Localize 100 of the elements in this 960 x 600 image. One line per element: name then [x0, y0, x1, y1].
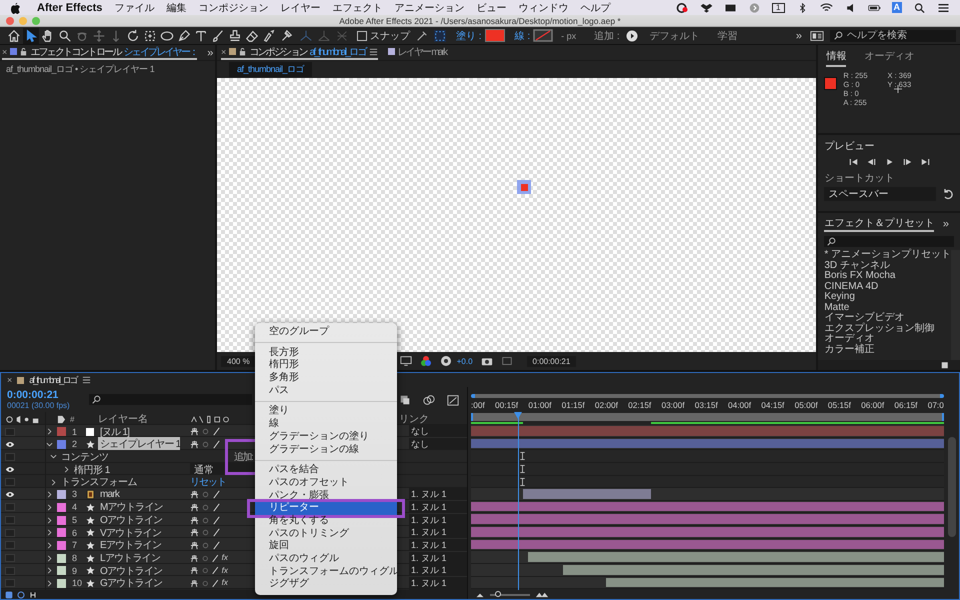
layer-search-field[interactable]	[89, 394, 252, 405]
layer-name[interactable]: Vアウトライン	[98, 526, 162, 540]
shy-icon[interactable]	[190, 566, 199, 576]
workspace-tab[interactable]: 学習	[716, 28, 740, 42]
display-badge[interactable]: 1	[772, 2, 784, 12]
chevron-icon[interactable]	[50, 478, 57, 486]
first-frame-icon[interactable]	[848, 158, 858, 166]
menu-item[interactable]: 角を丸くする	[255, 514, 397, 528]
chevron-icon[interactable]	[46, 567, 53, 574]
chevron-icon[interactable]	[46, 542, 53, 549]
switches-toggle-icon[interactable]	[29, 590, 37, 598]
new-item-icon[interactable]	[941, 360, 950, 369]
video-camera-icon[interactable]	[724, 2, 738, 12]
effect-category-item[interactable]: CINEMA 4D	[824, 282, 951, 292]
panel-menu-icon[interactable]	[368, 48, 378, 56]
menu-item[interactable]: アニメーション	[394, 0, 464, 14]
chevron-icon[interactable]	[46, 516, 53, 524]
menu-item[interactable]: パスのトリミング	[255, 528, 397, 540]
chevron-icon[interactable]	[46, 490, 53, 498]
menu-item[interactable]: 旋回	[255, 540, 397, 553]
shortcut-dropdown[interactable]: スペースバー	[824, 187, 936, 201]
eye-icon[interactable]	[5, 466, 15, 474]
parent-dropdown[interactable]: 1. ヌル 1	[409, 538, 467, 552]
effects-presets-tab[interactable]: エフェクト＆プリセット	[824, 216, 934, 232]
parent-dropdown[interactable]: 1. ヌル 1	[409, 564, 467, 578]
reset-icon[interactable]	[942, 188, 954, 200]
chevron-icon[interactable]	[46, 554, 53, 562]
stamp-tool-button[interactable]	[227, 28, 243, 44]
visibility-toggle[interactable]	[5, 478, 15, 486]
composition-tab[interactable]: × コンポジション af_thumbnail_ロゴ	[221, 45, 378, 60]
shy-icon[interactable]	[190, 440, 199, 449]
visibility-toggle[interactable]	[5, 579, 15, 588]
property-name[interactable]: トランスフォーム	[61, 475, 137, 490]
eye-icon[interactable]	[5, 490, 15, 498]
last-frame-icon[interactable]	[920, 158, 930, 166]
fill-color-swatch[interactable]	[484, 29, 505, 42]
current-time-field[interactable]: 0:00:00:21	[526, 356, 576, 366]
menu-item[interactable]: ファイル	[114, 0, 154, 14]
menu-item[interactable]: エフェクト	[332, 0, 382, 14]
snap-checkbox[interactable]: スナップ	[357, 28, 410, 42]
parent-dropdown[interactable]: 1. ヌル 1	[409, 576, 467, 590]
chevron-icon[interactable]	[46, 580, 53, 587]
color-channels-icon[interactable]	[420, 355, 432, 367]
timeline-tab[interactable]: × af_thumbnail_ロゴ	[7, 374, 91, 386]
menu-item[interactable]: グラデーションの塗り	[255, 430, 397, 444]
parent-dropdown[interactable]: 1. ヌル 1	[409, 514, 467, 527]
reset-link[interactable]: リセット	[190, 475, 232, 490]
label-color-chip[interactable]	[57, 566, 66, 576]
play-circle-icon[interactable]	[626, 30, 638, 42]
parent-dropdown[interactable]: 1. ヌル 1	[409, 526, 467, 540]
panel-layout-icon[interactable]	[810, 30, 824, 42]
parent-dropdown[interactable]: 1. ヌル 1	[409, 500, 467, 514]
frame-blend-icon[interactable]	[399, 394, 411, 406]
play-icon[interactable]	[884, 158, 894, 166]
roto-tool-button[interactable]	[261, 28, 277, 44]
composition-tab[interactable]: レイヤー mark	[388, 45, 446, 60]
lock-icon[interactable]	[20, 47, 28, 56]
effect-category-item[interactable]: * アニメーションプリセット	[824, 250, 951, 260]
effect-category-item[interactable]: Boris FX Mocha	[824, 271, 951, 282]
chevron-icon[interactable]	[46, 428, 53, 436]
effect-category-item[interactable]: Keying	[824, 292, 951, 302]
exposure-value[interactable]: +0.0	[456, 356, 473, 366]
chevron-icon[interactable]	[46, 440, 53, 448]
visibility-toggle[interactable]	[5, 528, 15, 537]
menu-item[interactable]: 長方形	[255, 346, 397, 360]
home-tool-button[interactable]	[6, 28, 22, 44]
layer-name[interactable]: Oアウトライン	[98, 564, 162, 578]
lock-icon[interactable]	[239, 47, 246, 56]
chevron-icon[interactable]	[46, 529, 53, 536]
label-color-chip[interactable]	[57, 427, 66, 436]
panel-more-button[interactable]: »	[942, 218, 954, 230]
label-color-chip[interactable]	[57, 502, 66, 512]
parent-dropdown[interactable]: 1. ヌル 1	[409, 488, 467, 501]
layer-name[interactable]: Eアウトライン	[98, 538, 162, 552]
label-color-chip[interactable]	[57, 554, 66, 563]
visibility-toggle[interactable]	[5, 503, 15, 512]
info-tab[interactable]: 情報	[826, 49, 846, 67]
effect-category-item[interactable]: イマーシブビデオ	[824, 313, 951, 324]
rotate-tool-button[interactable]	[125, 28, 141, 44]
previous-frame-icon[interactable]	[866, 158, 876, 166]
menu-item[interactable]: コンポジション	[198, 0, 268, 14]
exposure-icon[interactable]	[440, 355, 452, 367]
effect-category-item[interactable]: エクスプレッション制御	[824, 324, 951, 334]
battery-icon[interactable]	[868, 2, 880, 12]
label-color-chip[interactable]	[57, 528, 66, 538]
menu-item[interactable]: 編集	[166, 0, 186, 14]
shy-icon[interactable]	[190, 427, 199, 436]
shy-icon[interactable]	[190, 516, 199, 525]
shy-icon[interactable]	[190, 502, 199, 512]
shy-icon[interactable]	[190, 578, 199, 588]
menu-item[interactable]: 多角形	[255, 372, 397, 385]
panel-more-button[interactable]: »	[207, 46, 216, 58]
graph-editor-icon[interactable]	[447, 394, 459, 406]
visibility-toggle[interactable]	[5, 554, 15, 562]
label-color-chip[interactable]	[57, 578, 66, 588]
effect-category-item[interactable]: カラー補正	[824, 344, 951, 355]
label-color-chip[interactable]	[57, 516, 66, 525]
shy-icon[interactable]	[190, 528, 199, 538]
zoom-tool-button[interactable]	[57, 28, 73, 44]
layer-duration-bar[interactable]	[606, 578, 944, 588]
